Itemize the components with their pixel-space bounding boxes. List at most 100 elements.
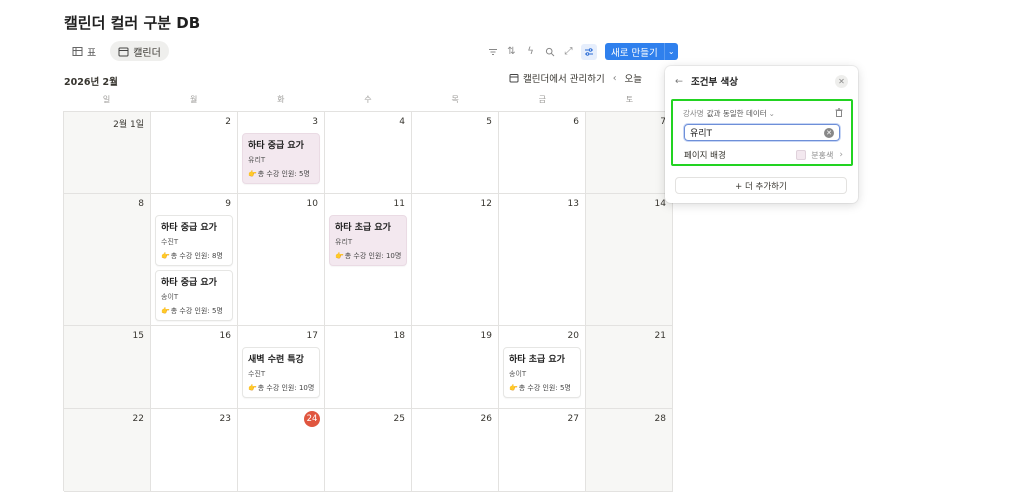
day-cell[interactable]: 25 <box>325 409 412 492</box>
filter-icon[interactable] <box>486 45 499 58</box>
add-more-button[interactable]: + 더 추가하기 <box>675 177 847 194</box>
day-cell[interactable]: 20 하타 초급 요가 송이T 👉총 수강 인원: 5명 <box>499 326 586 409</box>
day-cell[interactable]: 16 <box>151 326 238 409</box>
event-card[interactable]: 하타 초급 요가 송이T 👉총 수강 인원: 5명 <box>503 347 581 398</box>
weekday-header: 일 월 화 수 목 금 토 <box>63 94 673 105</box>
clear-input-icon[interactable]: ✕ <box>824 127 834 138</box>
day-number: 9 <box>225 199 231 209</box>
day-number: 20 <box>567 331 579 341</box>
weekday-label: 일 <box>102 95 111 104</box>
day-cell[interactable]: 21 <box>586 326 673 409</box>
event-title: 하타 중급 요가 <box>161 223 217 233</box>
day-cell[interactable]: 2 <box>151 112 238 194</box>
day-cell[interactable]: 14 <box>586 194 673 326</box>
event-teacher: 유리T <box>248 156 266 164</box>
month-label: 2026년 2월 <box>64 77 118 88</box>
filter-value-text: 유리T <box>690 129 713 139</box>
settings-sliders-icon[interactable] <box>581 43 597 60</box>
calendar-grid: 2월 1일 2 3 하타 중급 요가 유리T 👉총 수강 인원: 5명 4 5 … <box>63 111 673 492</box>
condition-filter[interactable]: 강사명 값과 동일한 데이터 ⌄ <box>683 108 843 119</box>
day-cell[interactable]: 27 <box>499 409 586 492</box>
day-number: 19 <box>480 331 492 341</box>
day-cell[interactable]: 26 <box>412 409 499 492</box>
day-cell[interactable]: 28 <box>586 409 673 492</box>
condition-rule: 강사명 값과 동일한 데이터 ⌄ 유리T ✕ 페이지 배경 분홍색 › <box>671 99 853 166</box>
day-number: 15 <box>132 331 144 341</box>
weekday-label: 목 <box>451 95 459 104</box>
weekday-label: 월 <box>190 95 198 104</box>
weekday-label: 화 <box>277 95 285 104</box>
day-cell[interactable]: 18 <box>325 326 412 409</box>
calendar-icon <box>508 73 519 84</box>
manage-in-calendar-button[interactable]: 캘린더에서 관리하기 <box>508 71 605 85</box>
today-button[interactable]: 오늘 <box>625 71 642 85</box>
day-number: 8 <box>138 199 144 209</box>
day-cell[interactable]: 23 <box>151 409 238 492</box>
day-cell[interactable]: 15 <box>64 326 151 409</box>
event-count: 총 수강 인원: 5명 <box>170 307 223 315</box>
day-number: 2월 1일 <box>113 120 144 130</box>
event-title: 하타 중급 요가 <box>248 141 304 151</box>
expand-icon[interactable]: ⤢ <box>562 45 575 58</box>
pointing-hand-icon: 👉 <box>509 384 518 392</box>
event-teacher: 수진T <box>161 238 179 246</box>
day-number: 27 <box>567 414 579 424</box>
day-number: 26 <box>480 414 492 424</box>
weekday-label: 금 <box>538 95 546 104</box>
day-number: 6 <box>573 117 579 127</box>
calendar-nav: 캘린더에서 관리하기 ‹ 오늘 <box>508 71 642 85</box>
event-count: 총 수강 인원: 10명 <box>257 384 315 392</box>
day-number: 18 <box>393 331 405 341</box>
view-tabs: 표 캘린더 <box>64 41 169 61</box>
day-number: 23 <box>219 414 231 424</box>
day-number: 5 <box>486 117 492 127</box>
day-cell[interactable]: 12 <box>412 194 499 326</box>
tab-table[interactable]: 표 <box>64 41 104 61</box>
back-arrow-icon[interactable]: ← <box>675 76 683 87</box>
day-cell[interactable]: 22 <box>64 409 151 492</box>
day-cell[interactable]: 13 <box>499 194 586 326</box>
day-cell[interactable]: 7 <box>586 112 673 194</box>
day-cell[interactable]: 10 <box>238 194 325 326</box>
new-button[interactable]: 새로 만들기 <box>605 43 664 60</box>
day-cell[interactable]: 9 하타 중급 요가 수진T 👉총 수강 인원: 8명 하타 중급 요가 송이T… <box>151 194 238 326</box>
conditional-color-popup: ← 조건부 색상 ✕ 강사명 값과 동일한 데이터 ⌄ 유리T ✕ 페이지 배경… <box>665 66 858 203</box>
search-icon[interactable] <box>543 45 556 58</box>
automation-bolt-icon[interactable]: ϟ <box>524 45 537 58</box>
event-card[interactable]: 새벽 수련 특강 수진T 👉총 수강 인원: 10명 <box>242 347 320 398</box>
day-cell[interactable]: 17 새벽 수련 특강 수진T 👉총 수강 인원: 10명 <box>238 326 325 409</box>
event-title: 하타 초급 요가 <box>335 223 391 233</box>
day-cell[interactable]: 6 <box>499 112 586 194</box>
close-icon[interactable]: ✕ <box>835 74 848 88</box>
day-cell[interactable]: 8 <box>64 194 151 326</box>
prev-month-icon[interactable]: ‹ <box>613 73 617 84</box>
sort-icon[interactable]: ⇅ <box>505 45 518 58</box>
pointing-hand-icon: 👉 <box>161 252 170 260</box>
trash-icon[interactable] <box>835 108 843 119</box>
event-card[interactable]: 하타 초급 요가 유리T 👉총 수강 인원: 10명 <box>329 215 407 266</box>
event-count: 총 수강 인원: 8명 <box>170 252 223 260</box>
day-cell[interactable]: 4 <box>325 112 412 194</box>
day-cell[interactable]: 5 <box>412 112 499 194</box>
table-icon <box>72 46 83 57</box>
page-title: 캘린더 컬러 구분 DB <box>64 14 201 32</box>
event-card[interactable]: 하타 중급 요가 유리T 👉총 수강 인원: 5명 <box>242 133 320 184</box>
chevron-down-icon[interactable]: ⌄ <box>663 43 678 60</box>
day-cell[interactable]: 3 하타 중급 요가 유리T 👉총 수강 인원: 5명 <box>238 112 325 194</box>
event-title: 하타 초급 요가 <box>509 355 565 365</box>
day-cell[interactable]: 24 <box>238 409 325 492</box>
event-count: 총 수강 인원: 5명 <box>518 384 571 392</box>
database-toolbar: ⇅ ϟ ⤢ 새로 만들기 ⌄ <box>486 43 678 60</box>
tab-calendar[interactable]: 캘린더 <box>110 41 169 61</box>
event-teacher: 유리T <box>335 238 353 246</box>
filter-value-input[interactable]: 유리T ✕ <box>684 124 840 141</box>
page-background-setting[interactable]: 페이지 배경 분홍색 › <box>684 149 843 161</box>
day-cell[interactable]: 19 <box>412 326 499 409</box>
day-number: 13 <box>567 199 579 209</box>
popup-title: 조건부 색상 <box>690 77 738 88</box>
day-number: 16 <box>219 331 231 341</box>
event-card[interactable]: 하타 중급 요가 수진T 👉총 수강 인원: 8명 <box>155 215 233 266</box>
day-cell[interactable]: 2월 1일 <box>64 112 151 194</box>
event-card[interactable]: 하타 중급 요가 송이T 👉총 수강 인원: 5명 <box>155 270 233 321</box>
day-cell[interactable]: 11 하타 초급 요가 유리T 👉총 수강 인원: 10명 <box>325 194 412 326</box>
